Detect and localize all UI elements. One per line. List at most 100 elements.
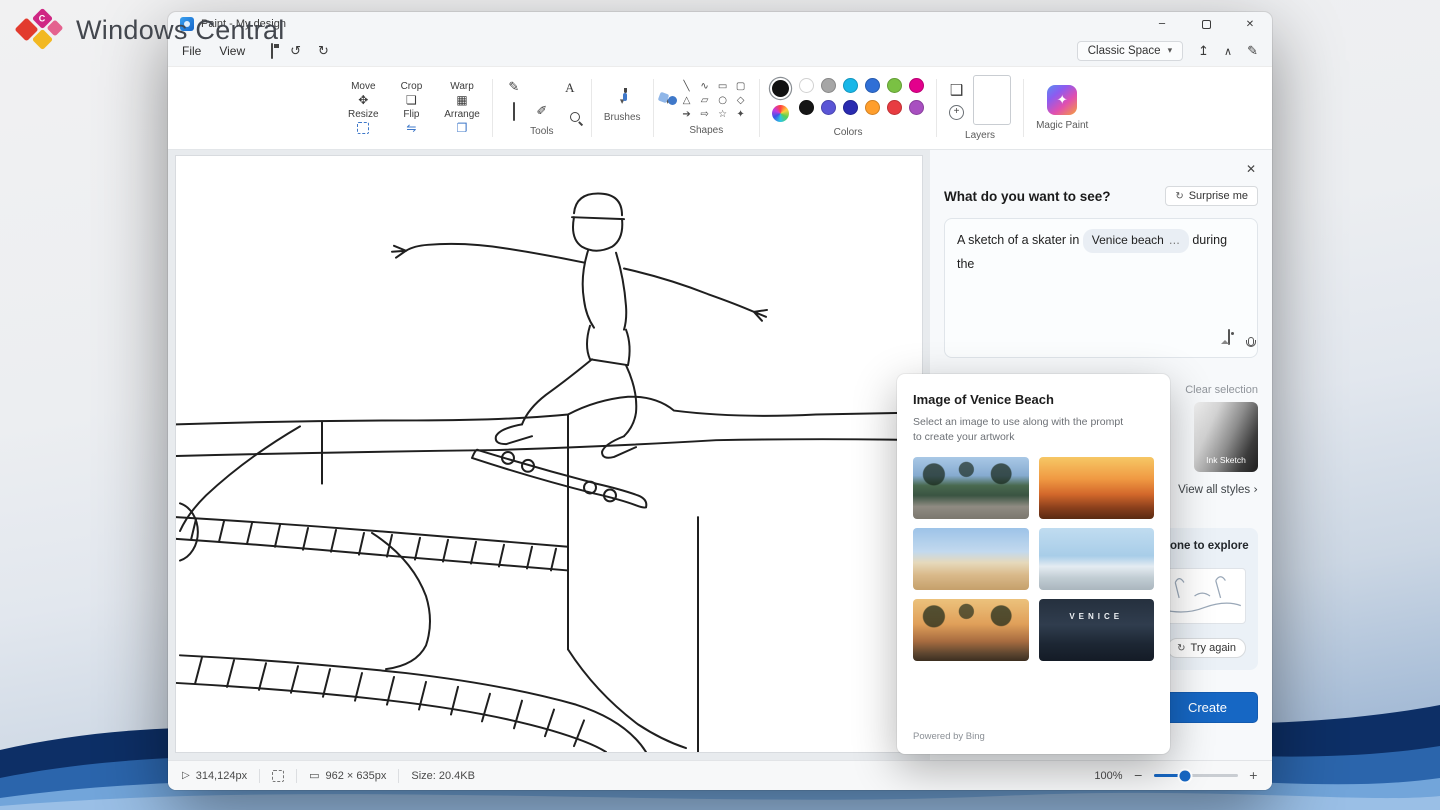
arrange-icon[interactable]: ❐ <box>457 122 468 135</box>
save-icon <box>271 43 273 59</box>
image-icon <box>1228 329 1230 345</box>
shape-rounded-rectangle[interactable]: ▢ <box>736 81 745 92</box>
cursor-position-icon: ▷ <box>182 770 190 781</box>
shape-rectangle[interactable]: ▭ <box>718 81 727 92</box>
flip-label: Flip <box>403 109 419 120</box>
popup-title: Image of Venice Beach <box>913 392 1154 407</box>
shape-triangle[interactable]: △ <box>683 95 691 106</box>
style-card-ink-sketch[interactable]: Ink Sketch <box>1194 402 1258 472</box>
surprise-me-button[interactable]: ↻ Surprise me <box>1165 186 1258 206</box>
popup-subtitle: Select an image to use along with the pr… <box>913 415 1130 444</box>
refresh-icon: ↻ <box>1175 191 1183 202</box>
minimize-button[interactable]: ─ <box>1140 12 1184 36</box>
redo-button[interactable]: ↻ <box>318 44 329 59</box>
panel-close-icon[interactable]: ✕ <box>1246 162 1256 176</box>
ribbon-toolbar: Move ✥ Resize Crop ❏ Flip ⇋ Warp ▦ Arran… <box>168 66 1272 150</box>
desktop: C Windows Central Paint - My design ─ ✕ … <box>0 0 1440 810</box>
paint-app-icon <box>180 17 194 31</box>
shape-diamond[interactable]: ◇ <box>737 95 745 106</box>
shape-sparkle[interactable]: ✦ <box>736 109 744 120</box>
color-swatch[interactable] <box>843 100 858 115</box>
share-button[interactable]: ↥ <box>1198 44 1209 59</box>
venice-image-sunset-skatepark[interactable] <box>1039 457 1155 519</box>
prompt-input[interactable]: A sketch of a skater in Venice beach … d… <box>944 218 1258 358</box>
color-swatch[interactable] <box>799 78 814 93</box>
color-swatch[interactable] <box>887 78 902 93</box>
cursor-position-value: 314,124px <box>196 770 247 782</box>
close-button[interactable]: ✕ <box>1228 12 1272 36</box>
shape-arrow[interactable]: ➔ <box>682 109 690 120</box>
shape-curve[interactable]: ∿ <box>700 81 708 92</box>
current-color-swatch[interactable] <box>772 80 789 97</box>
maximize-button[interactable] <box>1184 12 1228 36</box>
collapse-ribbon-button[interactable]: ∧ <box>1224 45 1232 58</box>
shape-line[interactable]: ╲ <box>684 81 690 92</box>
shape-star[interactable]: ☆ <box>718 109 727 120</box>
canvas-size-value: 962 × 635px <box>326 770 387 782</box>
color-picker-tool[interactable]: ✐ <box>536 104 547 119</box>
color-swatch[interactable] <box>799 100 814 115</box>
maximize-icon <box>1202 20 1211 29</box>
color-swatch[interactable] <box>821 78 836 93</box>
theme-dropdown[interactable]: Classic Space ▾ <box>1077 41 1183 61</box>
create-button[interactable]: Create <box>1157 692 1258 723</box>
zoom-out-button[interactable]: − <box>1134 769 1143 782</box>
eraser-tool[interactable] <box>513 103 515 121</box>
venice-image-boardwalk[interactable] <box>913 528 1029 590</box>
arrange-label: Arrange <box>444 109 480 120</box>
color-swatch[interactable] <box>865 100 880 115</box>
refresh-icon: ↻ <box>1177 643 1185 654</box>
add-image-button[interactable] <box>1228 326 1230 349</box>
pencil-tool[interactable]: ✎ <box>508 80 519 95</box>
panel-question: What do you want to see? <box>944 189 1111 204</box>
add-layer-button[interactable]: + <box>949 105 964 120</box>
menu-view[interactable]: View <box>219 44 245 58</box>
color-swatch[interactable] <box>887 100 902 115</box>
magic-paint-label: Magic Paint <box>1036 120 1088 131</box>
color-swatch[interactable] <box>843 78 858 93</box>
try-again-button[interactable]: ↻ Try again <box>1167 638 1246 658</box>
chevron-down-icon: ▾ <box>1168 46 1173 56</box>
venice-image-venice-sign[interactable]: VENICE <box>1039 599 1155 661</box>
color-swatch[interactable] <box>909 100 924 115</box>
prompt-chip-venice-beach[interactable]: Venice beach … <box>1083 229 1189 253</box>
shape-parallelogram[interactable]: ▱ <box>701 95 709 106</box>
zoom-in-button[interactable]: + <box>1249 769 1258 782</box>
zoom-slider[interactable] <box>1154 774 1238 777</box>
magic-paint-group: Magic Paint <box>1036 67 1088 149</box>
magic-paint-button[interactable] <box>1047 85 1077 115</box>
undo-button[interactable]: ↺ <box>290 44 301 59</box>
pen-settings-button[interactable]: ✎ <box>1247 44 1258 59</box>
color-swatch[interactable] <box>821 100 836 115</box>
venice-beach-popup: Image of Venice Beach Select an image to… <box>897 374 1170 754</box>
venice-image-palm-path[interactable] <box>913 457 1029 519</box>
layers-icon[interactable]: ❑ <box>950 81 963 99</box>
powered-by-bing: Powered by Bing <box>913 731 1154 742</box>
flip-icon[interactable]: ⇋ <box>406 122 416 135</box>
save-button[interactable] <box>271 44 273 58</box>
shapes-group: ▾ ╲ ∿ ▭ ▢ △ ▱ ○ ◇ ➔ ⇨ ☆ ✦ <box>666 67 748 149</box>
windows-central-logo: C <box>16 8 64 52</box>
warp-icon[interactable]: ▦ <box>456 94 467 107</box>
shape-ellipse[interactable]: ○ <box>718 95 727 106</box>
colors-group-label: Colors <box>834 127 863 138</box>
crop-icon[interactable]: ❏ <box>406 94 417 107</box>
text-tool[interactable]: A <box>565 80 574 96</box>
zoom-slider-thumb[interactable] <box>1179 770 1190 781</box>
menubar: File View ↺ ↻ Classic Space ▾ ↥ ∧ ✎ <box>168 36 1272 66</box>
venice-image-palms-sunset[interactable] <box>913 599 1029 661</box>
menu-file[interactable]: File <box>182 44 201 58</box>
color-wheel-button[interactable] <box>772 105 789 122</box>
layer-preview[interactable] <box>973 75 1011 125</box>
resize-icon[interactable] <box>357 122 369 134</box>
drawing-canvas[interactable] <box>176 156 922 752</box>
color-swatch[interactable] <box>909 78 924 93</box>
zoom-level-value: 100% <box>1094 770 1122 782</box>
venice-image-lifeguard-tower[interactable] <box>1039 528 1155 590</box>
window-title: Paint - My design <box>201 18 286 30</box>
chip-more-icon[interactable]: … <box>1169 231 1180 251</box>
view-all-styles-link[interactable]: View all styles › <box>1178 484 1258 496</box>
shape-arrow-right[interactable]: ⇨ <box>700 109 708 120</box>
move-icon[interactable]: ✥ <box>358 94 368 107</box>
color-swatch[interactable] <box>865 78 880 93</box>
